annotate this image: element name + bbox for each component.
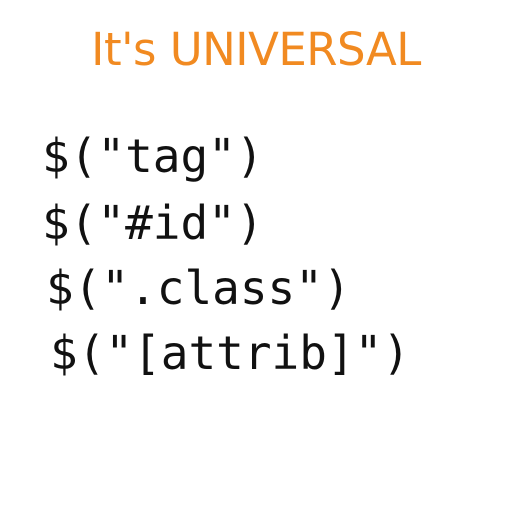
code-line-id-selector: $("#id") [42, 196, 264, 250]
code-line-attribute-selector: $("[attrib]") [50, 326, 411, 380]
code-line-class-selector: $(".class") [46, 261, 351, 315]
slide-title: It's UNIVERSAL [91, 23, 421, 76]
code-line-tag-selector: $("tag") [42, 129, 264, 183]
slide: It's UNIVERSAL $("tag") $("#id") $(".cla… [0, 0, 512, 512]
